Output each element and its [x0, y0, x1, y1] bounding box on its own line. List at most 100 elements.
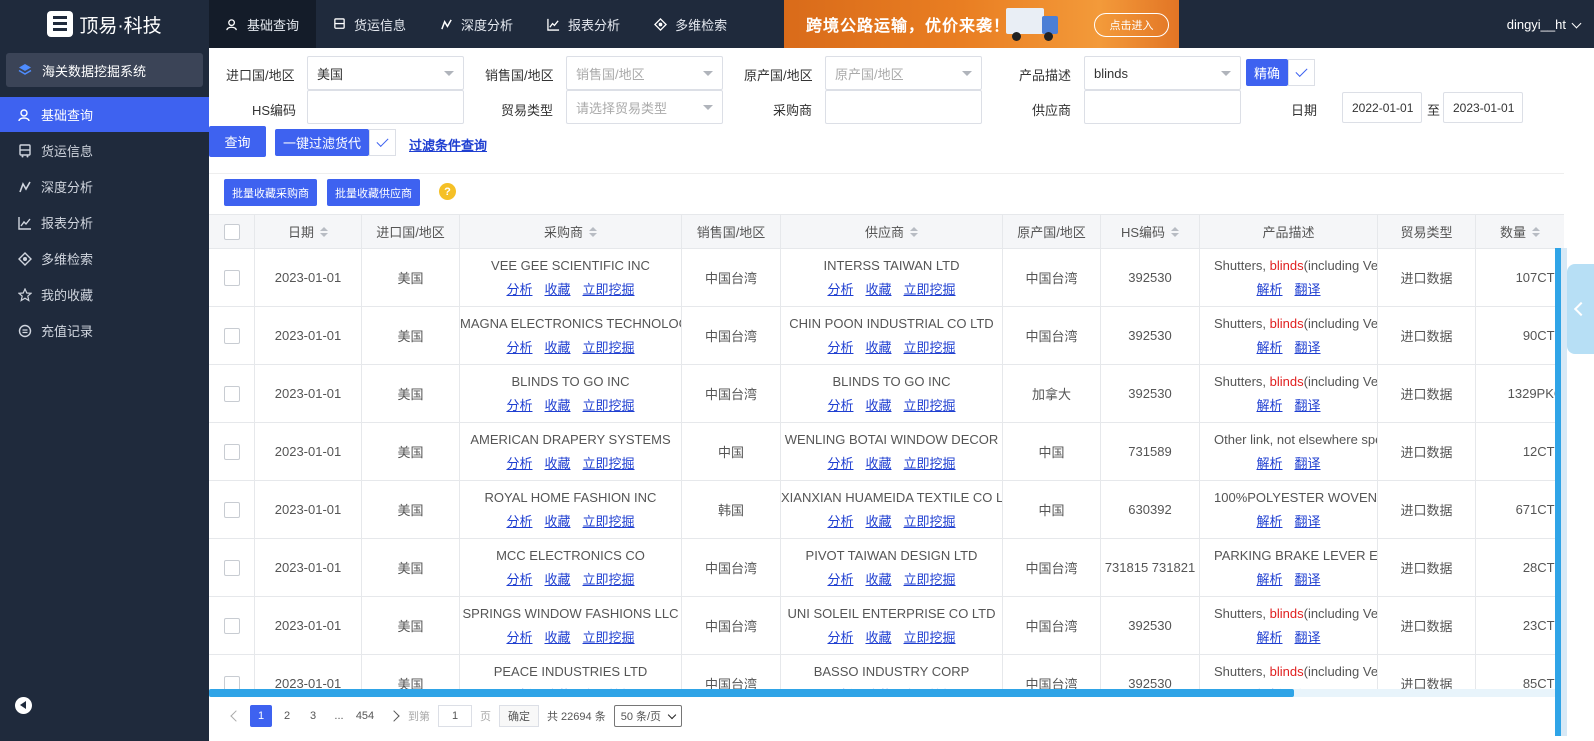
import-country-select[interactable]: 美国	[307, 56, 464, 90]
row-checkbox[interactable]	[223, 269, 240, 286]
prev-page-icon[interactable]	[230, 710, 242, 722]
translate-link[interactable]: 翻译	[1295, 395, 1321, 414]
mine-now-link[interactable]: 立即挖掘	[583, 627, 635, 646]
translate-link[interactable]: 翻译	[1295, 511, 1321, 530]
vertical-scrollbar[interactable]	[1555, 248, 1561, 736]
sidebar-item-deep-analysis[interactable]: 深度分析	[0, 169, 209, 204]
analyze-link[interactable]: 分析	[506, 453, 532, 472]
date-from-input[interactable]: 2022-01-01	[1342, 92, 1422, 123]
batch-collect-suppliers-button[interactable]: 批量收藏供应商	[327, 179, 420, 206]
favorite-link[interactable]: 收藏	[544, 453, 570, 472]
batch-collect-buyers-button[interactable]: 批量收藏采购商	[224, 179, 317, 206]
filter-forwarder-button[interactable]: 一键过滤货代	[275, 129, 369, 156]
header-quantity[interactable]: 数量	[1476, 215, 1564, 248]
page-3[interactable]: 3	[302, 705, 324, 727]
translate-link[interactable]: 翻译	[1295, 279, 1321, 298]
logo[interactable]: 顶易·科技	[0, 0, 209, 48]
analyze-link[interactable]: 分析	[506, 627, 532, 646]
page-size-select[interactable]: 50 条/页	[613, 705, 683, 727]
tab-basic-query[interactable]: 基础查询	[209, 0, 317, 48]
sales-country-select[interactable]: 销售国/地区	[566, 56, 723, 90]
row-checkbox[interactable]	[223, 443, 240, 460]
favorite-link[interactable]: 收藏	[865, 569, 891, 588]
header-supplier[interactable]: 供应商	[781, 215, 1003, 248]
analyze-link[interactable]: 分析	[827, 569, 853, 588]
translate-link[interactable]: 翻译	[1295, 569, 1321, 588]
sidebar-item-basic-query[interactable]: 基础查询	[0, 97, 209, 132]
mine-now-link[interactable]: 立即挖掘	[904, 627, 956, 646]
mine-now-link[interactable]: 立即挖掘	[904, 453, 956, 472]
parse-link[interactable]: 解析	[1256, 453, 1282, 472]
exact-match-check-icon[interactable]	[1288, 59, 1315, 86]
translate-link[interactable]: 翻译	[1295, 453, 1321, 472]
row-checkbox[interactable]	[223, 675, 240, 689]
header-date[interactable]: 日期	[255, 215, 362, 248]
row-checkbox[interactable]	[223, 559, 240, 576]
translate-link[interactable]: 翻译	[1295, 337, 1321, 356]
page-1[interactable]: 1	[250, 705, 272, 727]
select-all-checkbox[interactable]	[223, 223, 240, 240]
analyze-link[interactable]: 分析	[506, 511, 532, 530]
favorite-link[interactable]: 收藏	[544, 569, 570, 588]
translate-link[interactable]: 翻译	[1295, 627, 1321, 646]
query-button[interactable]: 查询	[209, 126, 266, 157]
row-checkbox[interactable]	[223, 617, 240, 634]
favorite-link[interactable]: 收藏	[865, 511, 891, 530]
analyze-link[interactable]: 分析	[827, 627, 853, 646]
sidebar-item-recharge[interactable]: 充值记录	[0, 313, 209, 348]
row-checkbox[interactable]	[223, 501, 240, 518]
page-last[interactable]: 454	[354, 705, 376, 727]
favorite-link[interactable]: 收藏	[544, 627, 570, 646]
tab-deep-analysis[interactable]: 深度分析	[423, 0, 530, 48]
date-to-input[interactable]: 2023-01-01	[1443, 92, 1523, 123]
parse-link[interactable]: 解析	[1256, 511, 1282, 530]
mine-now-link[interactable]: 立即挖掘	[583, 337, 635, 356]
mine-now-link[interactable]: 立即挖掘	[904, 569, 956, 588]
parse-link[interactable]: 解析	[1256, 279, 1282, 298]
analyze-link[interactable]: 分析	[827, 337, 853, 356]
favorite-link[interactable]: 收藏	[865, 279, 891, 298]
analyze-link[interactable]: 分析	[506, 337, 532, 356]
tab-report-analysis[interactable]: 报表分析	[530, 0, 637, 48]
promo-banner[interactable]: 跨境公路运输，优价来袭！ 点击进入	[784, 0, 1179, 48]
mine-now-link[interactable]: 立即挖掘	[904, 511, 956, 530]
exact-match-button[interactable]: 精确	[1246, 59, 1288, 86]
analyze-link[interactable]: 分析	[827, 453, 853, 472]
favorite-link[interactable]: 收藏	[865, 395, 891, 414]
favorite-link[interactable]: 收藏	[544, 511, 570, 530]
mine-now-link[interactable]: 立即挖掘	[904, 395, 956, 414]
product-desc-select[interactable]: blinds	[1084, 56, 1241, 90]
buyer-input[interactable]	[825, 90, 982, 124]
analyze-link[interactable]: 分析	[506, 279, 532, 298]
sidebar-item-favorites[interactable]: 我的收藏	[0, 277, 209, 312]
tab-shipping[interactable]: 货运信息	[316, 0, 423, 48]
sidebar-item-report-analysis[interactable]: 报表分析	[0, 205, 209, 240]
system-title[interactable]: 海关数据挖掘系统	[6, 53, 203, 87]
page-ellipsis[interactable]: ...	[328, 705, 350, 727]
filter-query-link[interactable]: 过滤条件查询	[409, 135, 487, 154]
trade-type-select[interactable]: 请选择贸易类型	[566, 90, 723, 124]
page-2[interactable]: 2	[276, 705, 298, 727]
mine-now-link[interactable]: 立即挖掘	[904, 337, 956, 356]
sidebar-item-shipping[interactable]: 货运信息	[0, 133, 209, 168]
sidebar-item-multi-search[interactable]: 多维检索	[0, 241, 209, 276]
mine-now-link[interactable]: 立即挖掘	[583, 453, 635, 472]
favorite-link[interactable]: 收藏	[865, 627, 891, 646]
analyze-link[interactable]: 分析	[506, 395, 532, 414]
mine-now-link[interactable]: 立即挖掘	[583, 279, 635, 298]
favorite-link[interactable]: 收藏	[544, 279, 570, 298]
goto-confirm-button[interactable]: 确定	[499, 705, 539, 727]
horizontal-scrollbar[interactable]	[209, 689, 1564, 697]
parse-link[interactable]: 解析	[1256, 395, 1282, 414]
mine-now-link[interactable]: 立即挖掘	[583, 511, 635, 530]
row-checkbox[interactable]	[223, 385, 240, 402]
user-menu[interactable]: dingyi__ht	[1507, 17, 1566, 32]
mine-now-link[interactable]: 立即挖掘	[583, 569, 635, 588]
collapse-sidebar-icon[interactable]	[15, 697, 32, 714]
supplier-input[interactable]	[1084, 90, 1241, 124]
side-panel-toggle-icon[interactable]	[1567, 264, 1594, 354]
analyze-link[interactable]: 分析	[827, 279, 853, 298]
horizontal-scrollbar-thumb[interactable]	[209, 689, 1294, 697]
analyze-link[interactable]: 分析	[827, 395, 853, 414]
analyze-link[interactable]: 分析	[827, 511, 853, 530]
